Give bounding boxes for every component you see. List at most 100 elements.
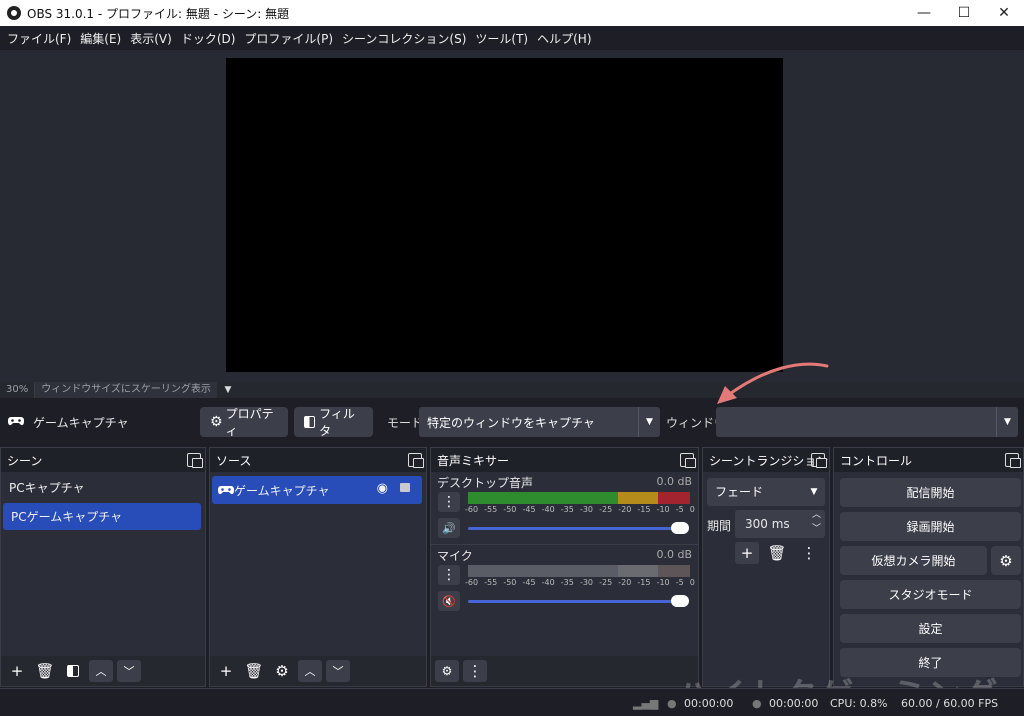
kebab-icon[interactable]: ⋮ — [797, 542, 821, 564]
float-dock-icon[interactable] — [680, 453, 696, 468]
scene-item[interactable]: PCキャプチャ — [1, 475, 205, 499]
scenes-title: シーン — [7, 453, 43, 468]
scaling-dropdown-icon[interactable]: ▼ — [217, 385, 239, 395]
sources-toolbar: + 🗑 ⚙ ︿ ﹀ — [210, 656, 426, 686]
source-item-label: ゲームキャプチャ — [234, 483, 330, 498]
transitions-dock-header: シーントランジション — [703, 448, 829, 472]
start-virtual-camera-button[interactable]: 仮想カメラ開始 — [840, 546, 987, 575]
volume-meter — [468, 565, 690, 577]
menu-edit[interactable]: 編集(E) — [77, 30, 127, 47]
volume-slider[interactable] — [468, 527, 684, 530]
float-dock-icon[interactable] — [408, 453, 424, 468]
speaker-muted-icon[interactable]: 🔇 — [438, 591, 460, 611]
duration-value: 300 ms — [745, 517, 790, 531]
menu-help[interactable]: ヘルプ(H) — [534, 30, 597, 47]
settings-button[interactable]: 設定 — [840, 614, 1021, 643]
menu-tools[interactable]: ツール(T) — [472, 30, 534, 47]
scene-item-selected[interactable]: PCゲームキャプチャ — [3, 503, 201, 530]
stream-time: 00:00:00 — [684, 697, 734, 710]
controls-title: コントロール — [840, 453, 913, 468]
lock-icon[interactable] — [400, 483, 410, 492]
signal-bars-icon: ▂▄▆ — [633, 697, 659, 710]
chevron-down-icon[interactable]: ﹀ — [326, 660, 350, 682]
float-dock-icon[interactable] — [187, 453, 203, 468]
mixer-channel-mic: マイク 0.0 dB ⋮ -60 -55 -50 -45 -40 -35 -30 -25 -20… — [431, 544, 698, 616]
close-button[interactable]: ✕ — [984, 0, 1024, 26]
filter-icon — [304, 416, 316, 428]
annotation-arrow-icon — [717, 362, 829, 404]
float-dock-icon[interactable] — [1005, 453, 1021, 468]
menu-docks[interactable]: ドック(D) — [178, 30, 242, 47]
preview-zoom-bar: 30% ウィンドウサイズにスケーリング表示 ▼ — [0, 382, 1024, 398]
minimize-button[interactable]: — — [904, 0, 944, 26]
mixer-toolbar: ⚙ ⋮ — [431, 656, 698, 686]
volume-slider-handle[interactable] — [671, 595, 689, 607]
duration-spinbox[interactable]: 300 ms ︿ ﹀ — [735, 510, 825, 538]
scaling-mode[interactable]: ウィンドウサイズにスケーリング表示 — [35, 382, 217, 398]
menu-view[interactable]: 表示(V) — [127, 30, 178, 47]
filter-icon[interactable] — [61, 660, 85, 682]
channel-db: 0.0 dB — [656, 475, 692, 488]
scenes-dock: シーン PCキャプチャ PCゲームキャプチャ + 🗑 ︿ ﹀ — [0, 447, 206, 687]
scene-item-label: PCキャプチャ — [9, 480, 85, 495]
volume-meter — [468, 492, 690, 504]
kebab-icon[interactable]: ⋮ — [438, 565, 460, 585]
window-select[interactable]: ▼ — [716, 407, 1018, 437]
filters-label: フィルタ — [319, 407, 355, 438]
transition-type: フェード — [715, 485, 764, 499]
mode-value: 特定のウィンドウをキャプチャ — [427, 415, 595, 430]
kebab-icon[interactable]: ⋮ — [438, 492, 460, 512]
chevron-down-icon[interactable]: ﹀ — [117, 660, 141, 682]
mode-label: モード — [387, 416, 424, 430]
speaker-icon[interactable]: 🔊 — [438, 518, 460, 538]
mode-select[interactable]: 特定のウィンドウをキャプチャ ▼ — [419, 407, 660, 437]
audio-mixer-dock: 音声ミキサー デスクトップ音声 0.0 dB ⋮ -60 -55 -50 -45 -40… — [430, 447, 699, 687]
gear-icon[interactable]: ⚙ — [435, 660, 459, 682]
plus-icon[interactable]: + — [214, 660, 238, 682]
gear-icon[interactable]: ⚙ — [991, 546, 1021, 575]
scene-transitions-dock: シーントランジション フェード ▼ 期間 300 ms ︿ ﹀ + 🗑 ⋮ — [702, 447, 830, 687]
channel-name: デスクトップ音声 — [437, 476, 534, 490]
transition-type-select[interactable]: フェード ▼ — [707, 478, 825, 506]
obs-logo-icon — [7, 6, 21, 20]
scenes-dock-header: シーン — [1, 448, 205, 472]
properties-button[interactable]: ⚙ プロパティ — [200, 407, 288, 438]
channel-db: 0.0 dB — [656, 548, 692, 561]
volume-slider[interactable] — [468, 600, 684, 603]
plus-icon[interactable]: + — [5, 660, 29, 682]
zoom-level: 30% — [0, 382, 36, 398]
trash-icon[interactable]: 🗑 — [242, 660, 266, 682]
spin-arrows-icon[interactable]: ︿ ﹀ — [812, 508, 821, 536]
gamepad-icon — [8, 417, 24, 426]
plus-icon[interactable]: + — [735, 542, 759, 564]
float-dock-icon[interactable] — [811, 453, 827, 468]
meter-ticks: -60 -55 -50 -45 -40 -35 -30 -25 -20 -15 -10 -5 0 — [465, 578, 695, 587]
maximize-button[interactable]: ☐ — [944, 0, 984, 26]
chevron-up-icon[interactable]: ︿ — [89, 660, 113, 682]
sources-dock: ソース ゲームキャプチャ ◉ + 🗑 ⚙ ︿ ﹀ — [209, 447, 427, 687]
scene-item-label: PCゲームキャプチャ — [11, 510, 123, 524]
start-streaming-button[interactable]: 配信開始 — [840, 478, 1021, 507]
start-recording-button[interactable]: 録画開始 — [840, 512, 1021, 541]
gear-icon[interactable]: ⚙ — [270, 660, 294, 682]
filters-button[interactable]: フィルタ — [294, 407, 373, 438]
mixer-dock-header: 音声ミキサー — [431, 448, 698, 472]
studio-mode-button[interactable]: スタジオモード — [840, 580, 1021, 609]
menu-profile[interactable]: プロファイル(P) — [241, 30, 339, 47]
status-bar: ▂▄▆ ● 00:00:00 ● 00:00:00 CPU: 0.8% 60.0… — [0, 688, 1024, 716]
eye-icon[interactable]: ◉ — [377, 481, 388, 496]
trash-icon[interactable]: 🗑 — [765, 542, 789, 564]
trash-icon[interactable]: 🗑 — [33, 660, 57, 682]
chevron-up-icon[interactable]: ︿ — [298, 660, 322, 682]
chevron-down-icon: ▼ — [810, 487, 818, 497]
duration-label: 期間 — [707, 519, 732, 533]
gamepad-icon — [218, 486, 234, 495]
source-item[interactable]: ゲームキャプチャ ◉ — [212, 476, 422, 504]
menu-scene-collection[interactable]: シーンコレクション(S) — [339, 30, 472, 47]
kebab-icon[interactable]: ⋮ — [463, 660, 487, 682]
preview-canvas[interactable] — [226, 58, 783, 372]
window-title: OBS 31.0.1 - プロファイル: 無題 - シーン: 無題 — [27, 6, 290, 21]
menu-file[interactable]: ファイル(F) — [4, 30, 77, 47]
volume-slider-handle[interactable] — [671, 522, 689, 534]
meter-ticks: -60 -55 -50 -45 -40 -35 -30 -25 -20 -15 -10 -5 0 — [465, 505, 695, 514]
